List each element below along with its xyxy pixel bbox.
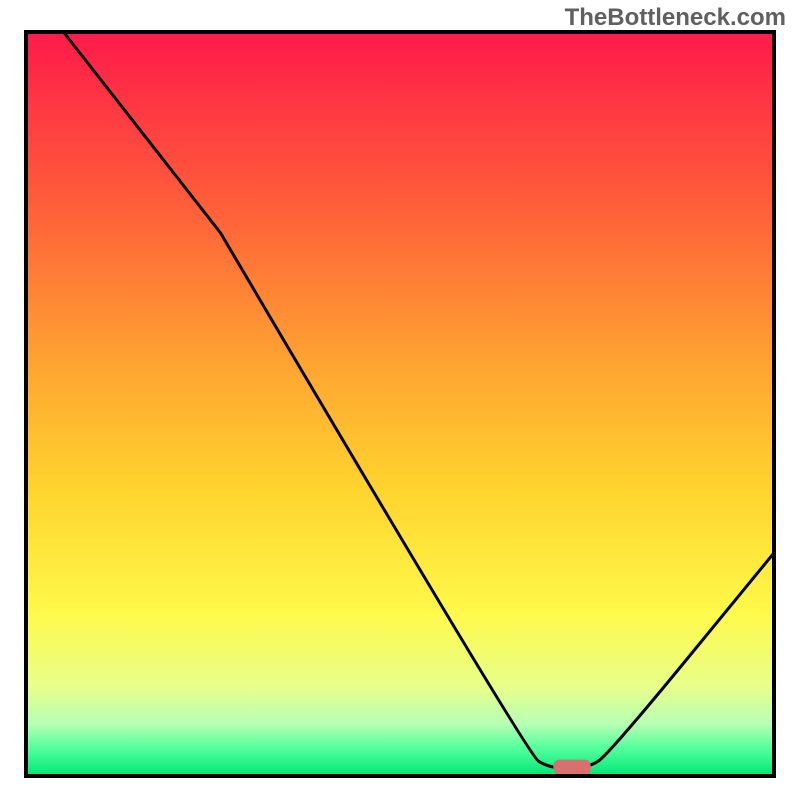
bottleneck-chart	[0, 0, 800, 800]
gradient-background	[26, 32, 774, 776]
chart-container: TheBottleneck.com	[0, 0, 800, 800]
optimum-marker	[553, 760, 590, 775]
watermark-text: TheBottleneck.com	[565, 4, 786, 32]
